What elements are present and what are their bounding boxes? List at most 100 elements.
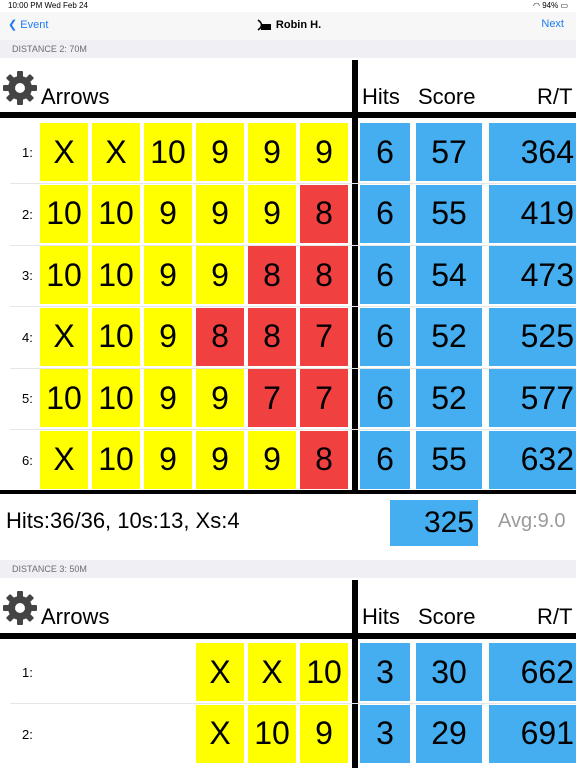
battery-icon: ▭ bbox=[560, 1, 568, 10]
arrow-score-cell[interactable]: 9 bbox=[248, 184, 296, 243]
arrow-score-cell[interactable]: 8 bbox=[248, 246, 296, 304]
arrow-score-cell[interactable]: X bbox=[92, 123, 140, 181]
hits-cell: 6 bbox=[360, 123, 410, 181]
hits-cell: 3 bbox=[360, 704, 410, 763]
arrow-score-cell[interactable]: 9 bbox=[196, 123, 244, 181]
hits-cell: 6 bbox=[360, 307, 410, 366]
arrow-score-cell[interactable]: 7 bbox=[300, 307, 348, 366]
section-header-distance-2: DISTANCE 2: 70M bbox=[0, 40, 576, 58]
header-divider bbox=[0, 633, 576, 639]
end-number: 3: bbox=[22, 268, 33, 283]
arrow-score-cell[interactable]: 10 bbox=[92, 369, 140, 427]
status-time: 10:00 PM Wed Feb 24 bbox=[8, 1, 88, 10]
arrows-header: Arrows bbox=[41, 604, 110, 629]
arrow-score-cell[interactable]: 8 bbox=[300, 246, 348, 304]
arrow-score-cell[interactable]: 8 bbox=[300, 430, 348, 489]
distance-2-average: Avg:9.0 bbox=[498, 510, 566, 532]
end-number: 2: bbox=[22, 726, 33, 742]
running-total-cell: 473 bbox=[489, 246, 576, 304]
end-number: 1: bbox=[22, 145, 33, 160]
arrow-score-cell[interactable]: 9 bbox=[196, 369, 244, 427]
time-text: 10:00 PM bbox=[8, 1, 43, 10]
arrow-score-cell[interactable]: X bbox=[196, 643, 244, 701]
hits-cell: 6 bbox=[360, 430, 410, 489]
arrow-score-cell[interactable]: 8 bbox=[248, 307, 296, 366]
arrow-score-cell[interactable]: 10 bbox=[248, 704, 296, 763]
arrow-score-cell[interactable]: 10 bbox=[92, 307, 140, 366]
running-total-cell: 525 bbox=[489, 307, 576, 366]
arrow-score-cell[interactable]: 10 bbox=[300, 643, 348, 701]
arrow-score-cell[interactable]: 9 bbox=[144, 430, 192, 489]
arrow-score-cell[interactable]: X bbox=[40, 307, 88, 366]
hits-header: Hits bbox=[362, 604, 400, 629]
score-header: Score bbox=[418, 604, 476, 629]
arrow-score-cell[interactable]: 10 bbox=[40, 184, 88, 243]
hits-cell: 6 bbox=[360, 246, 410, 304]
arrow-score-cell[interactable]: X bbox=[248, 643, 296, 701]
hits-cell: 6 bbox=[360, 369, 410, 427]
arrow-score-cell[interactable]: 7 bbox=[300, 369, 348, 427]
arrow-score-cell[interactable]: 9 bbox=[300, 123, 348, 181]
arrow-score-cell[interactable]: X bbox=[40, 123, 88, 181]
status-bar: 10:00 PM Wed Feb 24 ◠ 94% ▭ bbox=[0, 0, 576, 12]
end-divider bbox=[0, 490, 576, 494]
distance-2-summary: Hits:36/36, 10s:13, Xs:4 bbox=[6, 508, 240, 533]
score-cell: 55 bbox=[416, 184, 482, 243]
arrow-score-cell[interactable]: 9 bbox=[196, 246, 244, 304]
date-text: Wed Feb 24 bbox=[44, 1, 88, 10]
arrow-score-cell[interactable]: 10 bbox=[40, 369, 88, 427]
header-divider bbox=[0, 112, 576, 118]
arrow-score-cell[interactable]: 9 bbox=[248, 123, 296, 181]
column-divider bbox=[352, 60, 358, 490]
rt-header: R/T bbox=[537, 604, 573, 629]
arrow-score-cell[interactable]: 9 bbox=[196, 184, 244, 243]
nav-title: Robin H. bbox=[0, 18, 576, 32]
end-number: 2: bbox=[22, 206, 33, 222]
score-cell: 55 bbox=[416, 430, 482, 489]
arrow-score-cell[interactable]: 9 bbox=[196, 430, 244, 489]
score-cell: 57 bbox=[416, 123, 482, 181]
arrow-score-cell[interactable]: 7 bbox=[248, 369, 296, 427]
archer-icon bbox=[257, 19, 271, 31]
arrow-score-cell[interactable]: 10 bbox=[144, 123, 192, 181]
arrow-score-cell[interactable]: X bbox=[40, 430, 88, 489]
score-cell: 52 bbox=[416, 307, 482, 366]
arrow-score-cell[interactable]: X bbox=[196, 704, 244, 763]
arrows-header: Arrows bbox=[41, 84, 110, 109]
hits-header: Hits bbox=[362, 84, 400, 109]
score-cell: 29 bbox=[416, 704, 482, 763]
arrow-score-cell[interactable]: 9 bbox=[144, 184, 192, 243]
running-total-cell: 577 bbox=[489, 369, 576, 427]
next-button[interactable]: Next bbox=[541, 18, 564, 30]
wifi-icon: ◠ bbox=[532, 1, 540, 10]
score-cell: 30 bbox=[416, 643, 482, 701]
end-number: 1: bbox=[22, 665, 33, 680]
status-right: ◠ 94% ▭ bbox=[533, 1, 568, 10]
running-total-cell: 662 bbox=[489, 643, 576, 701]
running-total-cell: 632 bbox=[489, 430, 576, 489]
arrow-score-cell[interactable]: 9 bbox=[248, 430, 296, 489]
end-number: 6: bbox=[22, 452, 33, 468]
running-total-cell: 364 bbox=[489, 123, 576, 181]
archer-name: Robin H. bbox=[275, 18, 322, 31]
arrow-score-cell[interactable]: 8 bbox=[300, 184, 348, 243]
end-number: 5: bbox=[22, 391, 33, 406]
arrow-score-cell[interactable]: 8 bbox=[196, 307, 244, 366]
section-header-distance-3: DISTANCE 3: 50M bbox=[0, 560, 576, 578]
column-divider bbox=[352, 580, 358, 768]
hits-cell: 6 bbox=[360, 184, 410, 243]
arrow-score-cell[interactable]: 10 bbox=[92, 184, 140, 243]
arrow-score-cell[interactable]: 10 bbox=[92, 246, 140, 304]
arrow-score-cell[interactable]: 9 bbox=[144, 369, 192, 427]
arrow-score-cell[interactable]: 9 bbox=[144, 307, 192, 366]
arrow-score-cell[interactable]: 10 bbox=[40, 246, 88, 304]
arrow-score-cell[interactable]: 9 bbox=[144, 246, 192, 304]
gear-icon[interactable] bbox=[2, 70, 38, 106]
arrow-score-cell[interactable]: 9 bbox=[300, 704, 348, 763]
score-cell: 52 bbox=[416, 369, 482, 427]
gear-icon[interactable] bbox=[2, 590, 38, 626]
running-total-cell: 419 bbox=[489, 184, 576, 243]
battery-text: 94% bbox=[542, 1, 559, 10]
end-number: 4: bbox=[22, 329, 33, 345]
arrow-score-cell[interactable]: 10 bbox=[92, 430, 140, 489]
